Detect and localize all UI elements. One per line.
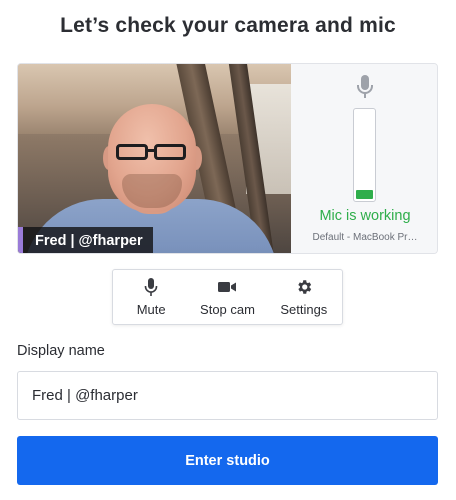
participant-name-tag: Fred | @fharper [18,227,153,253]
settings-label: Settings [280,302,328,317]
stop-cam-label: Stop cam [200,302,255,317]
enter-studio-button[interactable]: Enter studio [17,436,438,485]
mic-status-text: Mic is working [319,208,411,224]
mic-level-meter [353,108,376,202]
mic-level-fill [356,190,373,199]
settings-button[interactable]: Settings [266,270,342,324]
media-controls: Mute Stop cam Settings [112,269,343,325]
display-name-input[interactable] [17,371,438,420]
mute-button[interactable]: Mute [113,270,189,324]
camera-mic-check-page: Let’s check your camera and mic Fred | @… [0,0,456,500]
mute-label: Mute [136,302,166,317]
video-camera-icon [218,282,237,292]
microphone-icon [144,278,158,296]
display-name-label: Display name [17,343,105,359]
page-title: Let’s check your camera and mic [60,14,396,37]
preview-panel: Fred | @fharper Mic is working Default -… [17,63,438,254]
microphone-icon [357,75,373,98]
stop-cam-button[interactable]: Stop cam [189,270,265,324]
camera-preview: Fred | @fharper [18,64,291,253]
mic-check-panel: Mic is working Default - MacBook Pr… [291,64,437,253]
mic-device-name: Default - MacBook Pr… [312,232,418,243]
gear-icon [298,280,312,294]
